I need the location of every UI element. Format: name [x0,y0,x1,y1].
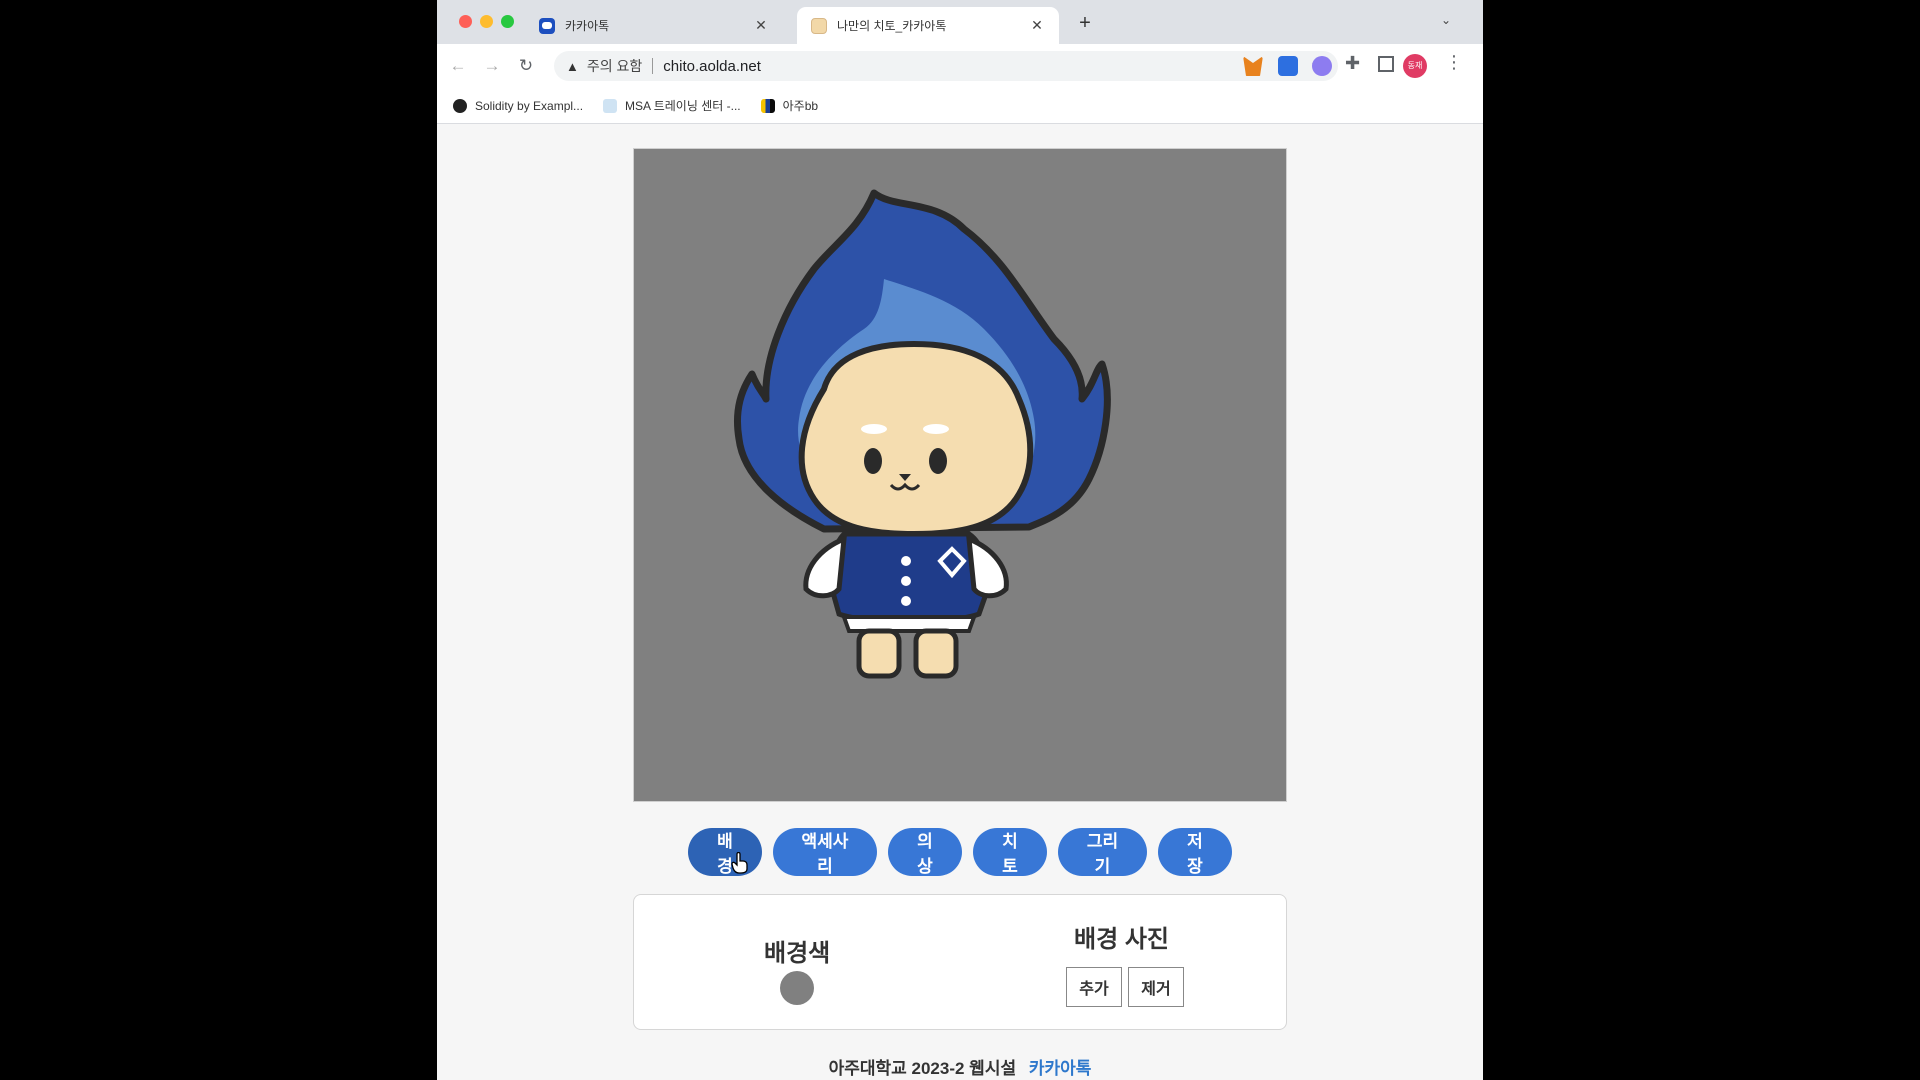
bookmarks-bar: Solidity by Exampl... MSA 트레이닝 센터 -... 아… [437,88,1483,124]
omnibox-divider [652,58,654,74]
bookmark-solidity[interactable]: Solidity by Exampl... [453,98,584,113]
background-settings-panel: 배경색 배경 사진 추가 제거 [633,894,1287,1030]
tab-search-chevron-icon[interactable]: ⌄ [1441,13,1451,27]
address-bar[interactable]: ▲ 주의 요함 chito.aolda.net ⇪ ☆ [554,51,1338,81]
background-photo-heading: 배경 사진 [1074,926,1169,953]
editor-tab-buttons: 배경 액세사리 의상 치토 그리기 저장 [437,828,1483,876]
jacket-button [901,576,911,586]
footer-text: 아주대학교 2023-2 웹시설 [828,1059,1017,1078]
profile-avatar[interactable]: 동재 [1403,54,1427,78]
face-shape [798,340,1034,538]
solidity-favicon-icon [453,98,467,113]
right-sleeve [966,535,1009,599]
accessory-tab-button[interactable]: 액세사리 [773,828,877,876]
kakaotalk-favicon-icon [539,17,555,34]
bookmark-ajoubb[interactable]: 아주bb [760,97,819,114]
back-arrow-icon[interactable]: ← [446,54,470,78]
browser-window: 카카아톡 ✕ 나만의 치토_카카아톡 ✕ + ⌄ ← → ↻ ▲ 주의 요함 c… [437,0,1483,1080]
remove-photo-button[interactable]: 제거 [1128,967,1184,1007]
draw-tab-button[interactable]: 그리기 [1058,828,1147,876]
background-color-heading: 배경색 [764,940,831,967]
clothing-tab-button[interactable]: 의상 [888,828,962,876]
page-footer: 아주대학교 2023-2 웹시설 카카아톡 [437,1054,1483,1079]
left-eye [864,448,882,474]
shorts-shape [841,615,977,633]
chito-favicon-icon [811,17,827,34]
right-eye [929,448,947,474]
background-tab-button[interactable]: 배경 [688,828,762,876]
window-close-button[interactable] [459,15,472,28]
tab-title: 나만의 치토_카카아톡 [837,19,947,33]
bookmark-label: Solidity by Exampl... [475,98,584,113]
extension-cloud-icon[interactable] [1312,56,1332,76]
window-minimize-button[interactable] [480,15,493,28]
forward-arrow-icon[interactable]: → [480,54,504,78]
footer-link[interactable]: 카카아톡 [1029,1059,1092,1078]
warning-triangle-icon[interactable]: ▲ [566,59,579,74]
add-photo-button[interactable]: 추가 [1066,967,1122,1007]
save-button[interactable]: 저장 [1158,828,1232,876]
url-text[interactable]: chito.aolda.net [663,58,761,75]
left-eyebrow [861,424,887,434]
browser-toolbar: ← → ↻ ▲ 주의 요함 chito.aolda.net ⇪ ☆ ✚ 동재 ⋮ [437,44,1483,88]
right-leg [913,628,959,679]
side-panel-icon[interactable] [1378,56,1394,72]
background-color-picker[interactable] [780,971,814,1005]
bookmark-msa[interactable]: MSA 트레이닝 센터 -... [603,97,741,114]
tab-kakaotalk[interactable]: 카카아톡 ✕ [525,7,783,44]
tab-strip: 카카아톡 ✕ 나만의 치토_카카아톡 ✕ + ⌄ [437,0,1483,44]
extension-blue-icon[interactable] [1278,56,1298,76]
msa-favicon-icon [603,98,618,113]
chito-character-image [733,189,1111,679]
tab-close-icon[interactable]: ✕ [1029,17,1045,34]
hand-pointer-cursor-icon [731,852,748,874]
tab-title: 카카아톡 [565,19,610,33]
extensions-puzzle-icon[interactable]: ✚ [1345,53,1360,74]
reload-icon[interactable]: ↻ [514,54,538,78]
page-content: 배경 액세사리 의상 치토 그리기 저장 배경색 배경 사진 추가 제거 아주대… [437,124,1483,1080]
ajoubb-favicon-icon [760,98,775,113]
left-leg [856,628,902,679]
bookmark-label: MSA 트레이닝 센터 -... [625,99,741,113]
jacket-button [901,556,911,566]
left-sleeve [803,535,847,599]
tab-close-icon[interactable]: ✕ [753,17,769,34]
security-warning-label: 주의 요함 [586,58,643,74]
chito-tab-button[interactable]: 치토 [973,828,1047,876]
tab-my-chito[interactable]: 나만의 치토_카카아톡 ✕ [797,7,1059,44]
right-eyebrow [923,424,949,434]
jacket-button [901,596,911,606]
more-menu-icon[interactable]: ⋮ [1445,52,1463,73]
bookmark-label: 아주bb [782,99,819,113]
window-maximize-button[interactable] [501,15,514,28]
chito-canvas[interactable] [633,148,1287,802]
new-tab-button[interactable]: + [1073,12,1097,35]
